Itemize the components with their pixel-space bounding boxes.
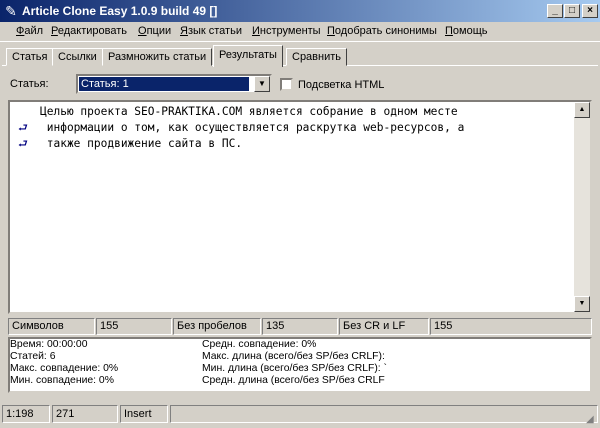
editor-line: Целью проекта SEO-PRAKTIKA.COM является …	[40, 105, 458, 118]
no-spaces-label: Без пробелов	[173, 318, 261, 335]
avg-match-stat: Средн. совпадение: 0%	[202, 339, 317, 350]
status-panel	[170, 405, 598, 423]
minimize-button[interactable]: _	[547, 4, 563, 18]
time-stat: Время: 00:00:00	[10, 339, 88, 350]
editor-line: информации о том, как осуществляется рас…	[40, 121, 465, 134]
menu-edit[interactable]: Редактировать	[51, 25, 127, 37]
tab-article[interactable]: Статья	[6, 48, 54, 66]
window-title: Article Clone Easy 1.0.9 build 49 []	[22, 4, 218, 18]
editor-text[interactable]: Целью проекта SEO-PRAKTIKA.COM является …	[40, 104, 464, 152]
no-spaces-value: 135	[262, 318, 338, 335]
max-length-stat: Макс. длина (всего/без SP/без CRLF):	[202, 351, 385, 362]
resize-grip-icon[interactable]: ◢	[586, 414, 598, 426]
menu-file[interactable]: Файл	[16, 25, 43, 37]
scroll-up-icon[interactable]: ▲	[574, 102, 590, 118]
statistics-panel: Время: 00:00:00 Статей: 6 Макс. совпаден…	[8, 337, 592, 393]
chars-value: 155	[96, 318, 172, 335]
tab-results[interactable]: Результаты	[213, 45, 283, 67]
editor-gutter: ⮐ ⮐	[10, 102, 40, 312]
max-match-stat: Макс. совпадение: 0%	[10, 363, 119, 374]
no-crlf-label: Без CR и LF	[339, 318, 429, 335]
chevron-down-icon[interactable]: ▼	[254, 76, 270, 92]
close-button[interactable]: ×	[582, 4, 598, 18]
menu-article-language[interactable]: Язык статьи	[180, 25, 242, 37]
min-match-stat: Мин. совпадение: 0%	[10, 375, 114, 386]
wrap-arrow-icon: ⮐	[18, 138, 28, 150]
scroll-down-icon[interactable]: ▼	[574, 296, 590, 312]
menu-tools[interactable]: Инструменты	[252, 25, 321, 37]
edit-mode: Insert	[120, 405, 168, 423]
app-icon[interactable]: ✎	[3, 3, 19, 19]
tab-links[interactable]: Ссылки	[52, 48, 103, 66]
text-length: 271	[52, 405, 118, 423]
articles-stat: Статей: 6	[10, 351, 56, 362]
chars-label: Символов	[8, 318, 95, 335]
maximize-button[interactable]: □	[564, 4, 580, 18]
article-select-value: Статья: 1	[79, 77, 249, 91]
tab-compare[interactable]: Сравнить	[286, 48, 348, 66]
min-length-stat: Мин. длина (всего/без SP/без CRLF): `	[202, 363, 388, 374]
tab-multiply-articles[interactable]: Размножить статьи	[102, 48, 213, 66]
avg-length-stat: Средн. длина (всего/без SP/без CRLF	[202, 375, 385, 386]
no-crlf-value: 155	[430, 318, 592, 335]
article-select[interactable]: Статья: 1 ▼	[76, 74, 272, 94]
menu-options[interactable]: Опции	[138, 25, 171, 37]
html-highlight-checkbox[interactable]	[280, 78, 293, 91]
cursor-position: 1:198	[2, 405, 50, 423]
wrap-arrow-icon: ⮐	[18, 122, 28, 134]
editor-scrollbar[interactable]: ▲ ▼	[574, 102, 590, 312]
result-editor[interactable]: ⮐ ⮐ Целью проекта SEO-PRAKTIKA.COM являе…	[8, 100, 592, 314]
menu-help[interactable]: Помощь	[445, 25, 488, 37]
menu-pick-synonyms[interactable]: Подобрать синонимы	[327, 25, 437, 37]
html-highlight-label[interactable]: Подсветка HTML	[298, 79, 384, 91]
editor-line: также продвижение сайта в ПС.	[40, 137, 243, 150]
article-label: Статья:	[10, 78, 49, 90]
